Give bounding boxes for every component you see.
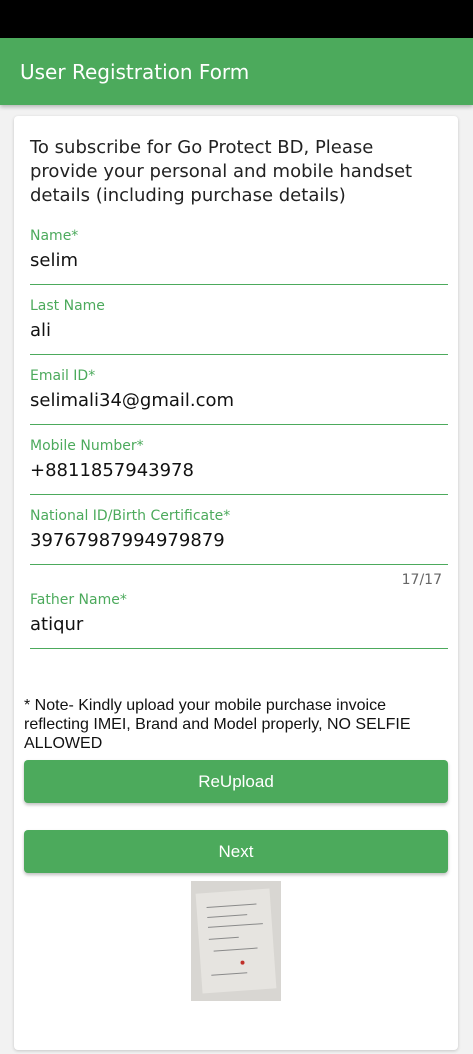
mobile-number-field[interactable]: Mobile Number* [30, 438, 448, 495]
reupload-button[interactable]: ReUpload [24, 760, 448, 803]
last-name-label: Last Name [30, 298, 105, 314]
mobile-number-label: Mobile Number* [30, 438, 144, 454]
invoice-paper [195, 888, 277, 994]
last-name-field[interactable]: Last Name [30, 298, 448, 355]
email-input[interactable] [30, 390, 440, 411]
upload-note: * Note- Kindly upload your mobile purcha… [24, 697, 411, 752]
invoice-photo-icon[interactable] [191, 881, 281, 1001]
invoice-mark [240, 960, 245, 965]
registration-form-card: To subscribe for Go Protect BD, Please p… [14, 116, 458, 1050]
national-id-field[interactable]: National ID/Birth Certificate* [30, 508, 448, 565]
name-label: Name* [30, 228, 79, 244]
name-input[interactable] [30, 250, 440, 271]
page-title: User Registration Form [20, 59, 250, 84]
form-intro-text: To subscribe for Go Protect BD, Please p… [30, 137, 413, 206]
email-label: Email ID* [30, 368, 96, 384]
national-id-label: National ID/Birth Certificate* [30, 508, 231, 524]
status-bar [0, 0, 473, 38]
national-id-input[interactable] [30, 530, 440, 551]
last-name-input[interactable] [30, 320, 440, 341]
name-field[interactable]: Name* [30, 228, 448, 285]
email-field[interactable]: Email ID* [30, 368, 448, 425]
mobile-number-input[interactable] [30, 460, 440, 481]
next-button[interactable]: Next [24, 830, 448, 873]
father-name-input[interactable] [30, 614, 440, 635]
father-name-field[interactable]: Father Name* [30, 592, 448, 649]
national-id-char-counter: 17/17 [401, 572, 442, 588]
app-bar: User Registration Form [0, 38, 473, 105]
father-name-label: Father Name* [30, 592, 127, 608]
